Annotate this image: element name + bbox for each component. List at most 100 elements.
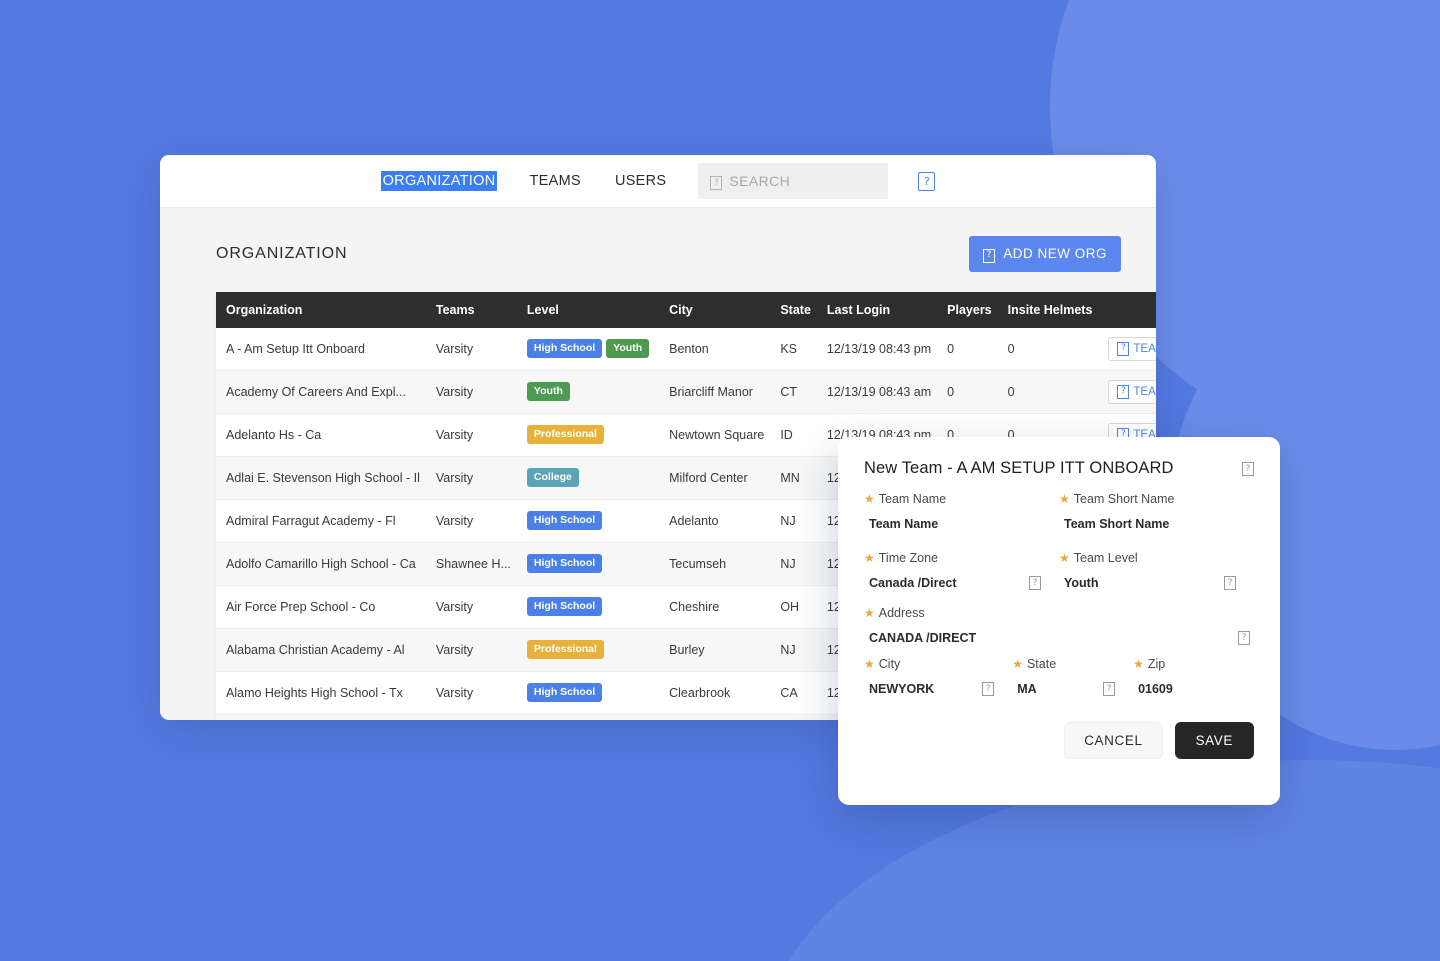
- cell-last-login: 12/13/19 08:43 am: [818, 370, 940, 414]
- level-badge: Youth: [606, 339, 650, 358]
- column-header-teams[interactable]: Teams: [427, 291, 519, 328]
- tab-users[interactable]: USERS: [613, 171, 668, 191]
- required-star-icon: ★: [864, 492, 875, 506]
- level-badge: Professional: [526, 425, 604, 444]
- cell-state: ID: [772, 413, 819, 457]
- nav-tabs: ORGANIZATION TEAMS USERS: [380, 171, 669, 191]
- label-city: ★ City: [864, 657, 1012, 671]
- page-title: ORGANIZATION: [216, 244, 348, 262]
- label-text: State: [1026, 657, 1057, 671]
- tab-teams[interactable]: TEAMS: [527, 171, 582, 191]
- select-address[interactable]: CANADA /DIRECT ?: [864, 631, 1254, 645]
- modal-header: New Team - A AM SETUP ITT ONBOARD ?: [864, 459, 1254, 478]
- level-badge: Professional: [526, 640, 604, 659]
- table-row[interactable]: Academy Of Careers And Expl... Varsity You…: [216, 370, 1156, 414]
- cell-insite-helmets: 0: [999, 327, 1101, 371]
- level-badge: High School: [526, 511, 603, 530]
- row-city-state-zip: ★ City NEWYORK ? ★ State MA ? ★ Zip 0160…: [864, 657, 1254, 696]
- column-header-city[interactable]: City: [661, 291, 773, 328]
- cell-city: Briarcliff Manor: [661, 370, 773, 414]
- level-badge: High School: [526, 683, 603, 702]
- cell-state: CT: [772, 370, 819, 414]
- cell-level: Professional: [518, 628, 662, 672]
- cell-last-login: 12/13/19 08:43 pm: [818, 327, 940, 371]
- cell-players: 0: [939, 327, 1000, 371]
- cell-level: High School: [518, 585, 662, 629]
- cell-state: CA: [772, 671, 819, 715]
- value-team-name: Team Name: [869, 517, 939, 531]
- required-star-icon: ★: [864, 657, 875, 671]
- chevron-down-icon: ?: [1029, 576, 1041, 590]
- cell-organization: A - Am Setup Itt Onboard: [216, 327, 428, 371]
- select-city[interactable]: NEWYORK ?: [864, 682, 1012, 696]
- column-header-state[interactable]: State: [772, 291, 819, 328]
- select-time-zone[interactable]: Canada /Direct ?: [864, 576, 1059, 590]
- table-header-row: Organization Teams Level City State Last…: [216, 291, 1156, 328]
- cell-teams: Varsity: [427, 628, 519, 672]
- table-row[interactable]: A - Am Setup Itt Onboard Varsity High Scho…: [216, 327, 1156, 371]
- field-time-zone: ★ Time Zone Canada /Direct ?: [864, 551, 1059, 590]
- cell-state: MN: [772, 456, 819, 500]
- cell-level: High School: [518, 499, 662, 543]
- add-team-button[interactable]: ?TEAM: [1108, 379, 1156, 404]
- select-state[interactable]: MA ?: [1012, 682, 1133, 696]
- add-team-label: TEAM: [1133, 385, 1156, 398]
- row-team-names: ★ Team Name Team Name ★ Team Short Name …: [864, 492, 1254, 531]
- column-header-players[interactable]: Players: [939, 291, 1000, 328]
- modal-help-icon[interactable]: ?: [1242, 459, 1254, 476]
- column-header-organization[interactable]: Organization: [216, 291, 428, 328]
- column-header-last-login[interactable]: Last Login: [818, 291, 940, 328]
- required-star-icon: ★: [1012, 657, 1023, 671]
- input-team-name[interactable]: Team Name: [864, 517, 1059, 531]
- cell-city: Burley: [661, 628, 773, 672]
- field-address: ★ Address CANADA /DIRECT ?: [864, 606, 1254, 645]
- save-button[interactable]: SAVE: [1174, 722, 1254, 759]
- value-address: CANADA /DIRECT: [869, 631, 977, 645]
- chevron-down-icon: ?: [1103, 682, 1116, 696]
- cell-city: Tecumseh: [661, 542, 773, 586]
- tab-organization[interactable]: ORGANIZATION: [380, 171, 498, 191]
- cell-organization: Air Force Prep School - Co: [216, 585, 428, 629]
- label-address: ★ Address: [864, 606, 1254, 620]
- search-input[interactable]: ? SEARCH: [698, 163, 889, 199]
- level-badge: High School: [526, 339, 603, 358]
- cell-actions: ?TEAM: [1100, 370, 1156, 414]
- modal-actions: CANCEL SAVE: [864, 722, 1254, 759]
- cancel-button[interactable]: CANCEL: [1064, 722, 1163, 759]
- add-team-label: TEAM: [1133, 342, 1156, 355]
- search-icon: ?: [710, 172, 723, 191]
- top-navigation-bar: ORGANIZATION TEAMS USERS ? SEARCH ?: [160, 155, 1156, 208]
- level-badge: Youth: [526, 382, 570, 401]
- input-team-short-name[interactable]: Team Short Name: [1059, 517, 1254, 531]
- add-team-button[interactable]: ?TEAM: [1108, 336, 1156, 361]
- cell-insite-helmets: 0: [999, 370, 1101, 414]
- label-text: Zip: [1147, 657, 1166, 671]
- label-text: Team Name: [878, 492, 947, 506]
- cell-organization: Adolfo Camarillo High School - Ca: [216, 542, 428, 586]
- label-team-short-name: ★ Team Short Name: [1059, 492, 1254, 506]
- plus-icon: ?: [983, 245, 996, 263]
- plus-icon: ?: [1117, 384, 1130, 399]
- field-zip: ★ Zip 01609: [1133, 657, 1254, 696]
- cell-actions: ?TEAM: [1100, 327, 1156, 371]
- input-zip[interactable]: 01609: [1133, 682, 1254, 696]
- chevron-down-icon: ?: [982, 682, 995, 696]
- cell-teams: Varsity: [427, 327, 519, 371]
- chevron-down-icon: ?: [1224, 576, 1236, 590]
- column-header-actions: [1100, 291, 1156, 328]
- new-team-modal: New Team - A AM SETUP ITT ONBOARD ? ★ Te…: [838, 437, 1280, 805]
- level-badge: College: [526, 468, 579, 487]
- required-star-icon: ★: [864, 551, 875, 565]
- field-team-short-name: ★ Team Short Name Team Short Name: [1059, 492, 1254, 531]
- column-header-insite-helmets[interactable]: Insite Helmets: [999, 291, 1101, 328]
- column-header-level[interactable]: Level: [518, 291, 662, 328]
- label-team-level: ★ Team Level: [1059, 551, 1254, 565]
- cell-teams: Shawnee H...: [427, 542, 519, 586]
- cell-level: Professional: [518, 413, 662, 457]
- help-icon[interactable]: ?: [918, 171, 936, 191]
- field-team-level: ★ Team Level Youth ?: [1059, 551, 1254, 590]
- select-team-level[interactable]: Youth ?: [1059, 576, 1254, 590]
- cell-city: Adelanto: [661, 499, 773, 543]
- add-new-org-button[interactable]: ? ADD NEW ORG: [969, 236, 1121, 272]
- label-text: Team Short Name: [1073, 492, 1175, 506]
